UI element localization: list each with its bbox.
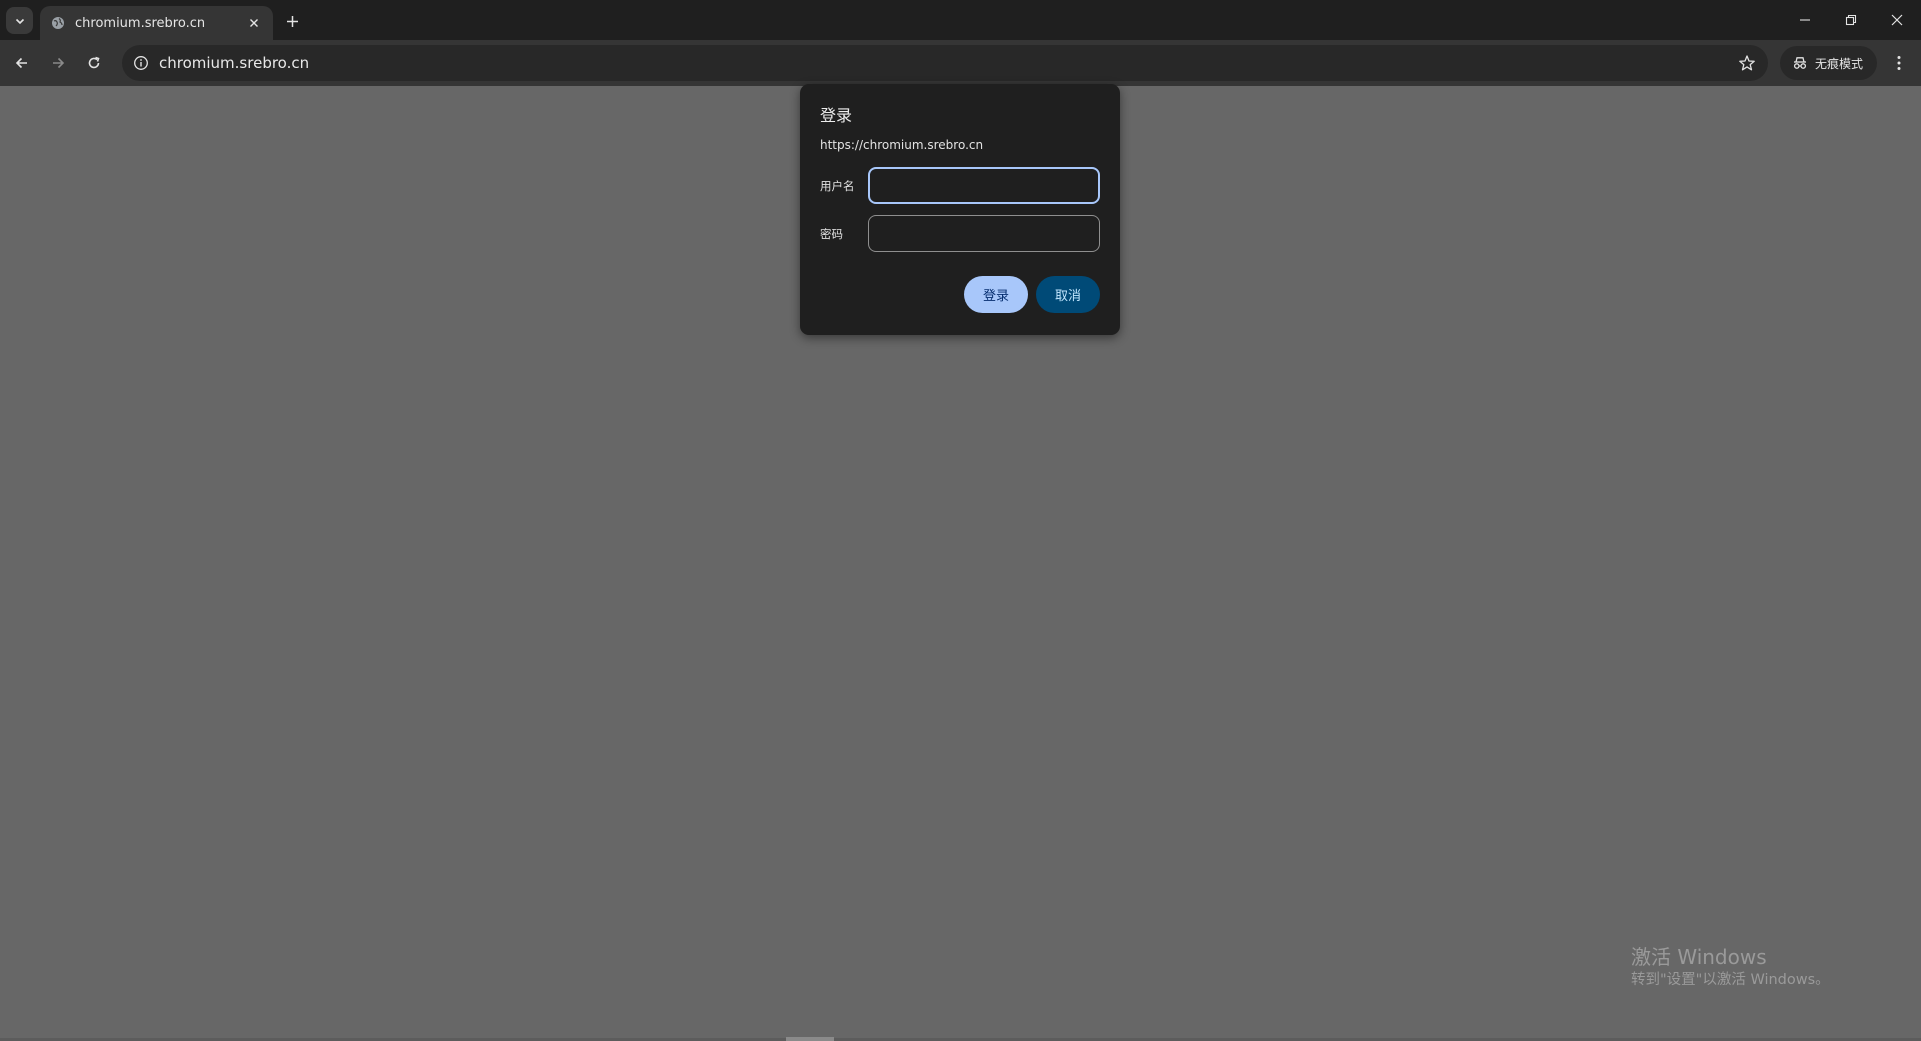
windows-activation-watermark: 激活 Windows 转到"设置"以激活 Windows。: [1631, 944, 1830, 990]
password-input[interactable]: [868, 215, 1100, 252]
watermark-title: 激活 Windows: [1631, 945, 1767, 969]
chevron-down-icon: [14, 15, 26, 27]
dialog-actions: 登录 取消: [820, 276, 1100, 313]
tab-strip: chromium.srebro.cn: [0, 0, 1921, 40]
reload-button[interactable]: [80, 49, 108, 77]
password-row: 密码: [820, 215, 1100, 252]
watermark-subtitle: 转到"设置"以激活 Windows。: [1631, 972, 1830, 988]
username-input[interactable]: [868, 167, 1100, 204]
arrow-left-icon: [14, 55, 30, 71]
kebab-menu-icon: [1897, 55, 1901, 71]
tab-active[interactable]: chromium.srebro.cn: [40, 6, 273, 40]
dialog-origin: https://chromium.srebro.cn: [820, 138, 984, 152]
plus-icon: [286, 15, 299, 28]
login-button[interactable]: 登录: [964, 276, 1028, 313]
close-icon: [1891, 14, 1903, 26]
window-close-button[interactable]: [1874, 0, 1920, 40]
password-label: 密码: [820, 226, 843, 241]
username-label: 用户名: [820, 178, 855, 193]
tab-close-button[interactable]: [245, 14, 263, 32]
tab-search-button[interactable]: [6, 7, 33, 34]
globe-icon: [50, 15, 66, 31]
restore-button[interactable]: [1828, 0, 1874, 40]
restore-icon: [1845, 14, 1857, 26]
url-text: chromium.srebro.cn: [159, 54, 310, 72]
tab-title: chromium.srebro.cn: [75, 15, 206, 31]
toolbar: chromium.srebro.cn 无痕模式: [0, 40, 1921, 86]
incognito-label: 无痕模式: [1815, 56, 1864, 71]
bottom-indicator: [786, 1037, 834, 1041]
bookmark-button[interactable]: [1736, 52, 1758, 74]
dialog-title: 登录: [820, 106, 853, 125]
incognito-indicator[interactable]: 无痕模式: [1780, 46, 1877, 80]
back-button[interactable]: [8, 49, 36, 77]
http-auth-dialog: 登录 https://chromium.srebro.cn 用户名 密码 登录 …: [800, 84, 1120, 335]
incognito-icon: [1792, 56, 1808, 70]
address-bar[interactable]: chromium.srebro.cn: [122, 45, 1768, 81]
close-icon: [249, 18, 259, 28]
minimize-button[interactable]: [1782, 0, 1828, 40]
username-row: 用户名: [820, 167, 1100, 204]
arrow-right-icon: [50, 55, 66, 71]
star-icon: [1738, 54, 1756, 72]
cancel-button[interactable]: 取消: [1036, 276, 1100, 313]
reload-icon: [86, 55, 102, 71]
new-tab-button[interactable]: [280, 9, 304, 33]
minimize-icon: [1799, 14, 1811, 26]
browser-menu-button[interactable]: [1885, 49, 1913, 77]
info-icon[interactable]: [131, 53, 151, 73]
forward-button[interactable]: [44, 49, 72, 77]
